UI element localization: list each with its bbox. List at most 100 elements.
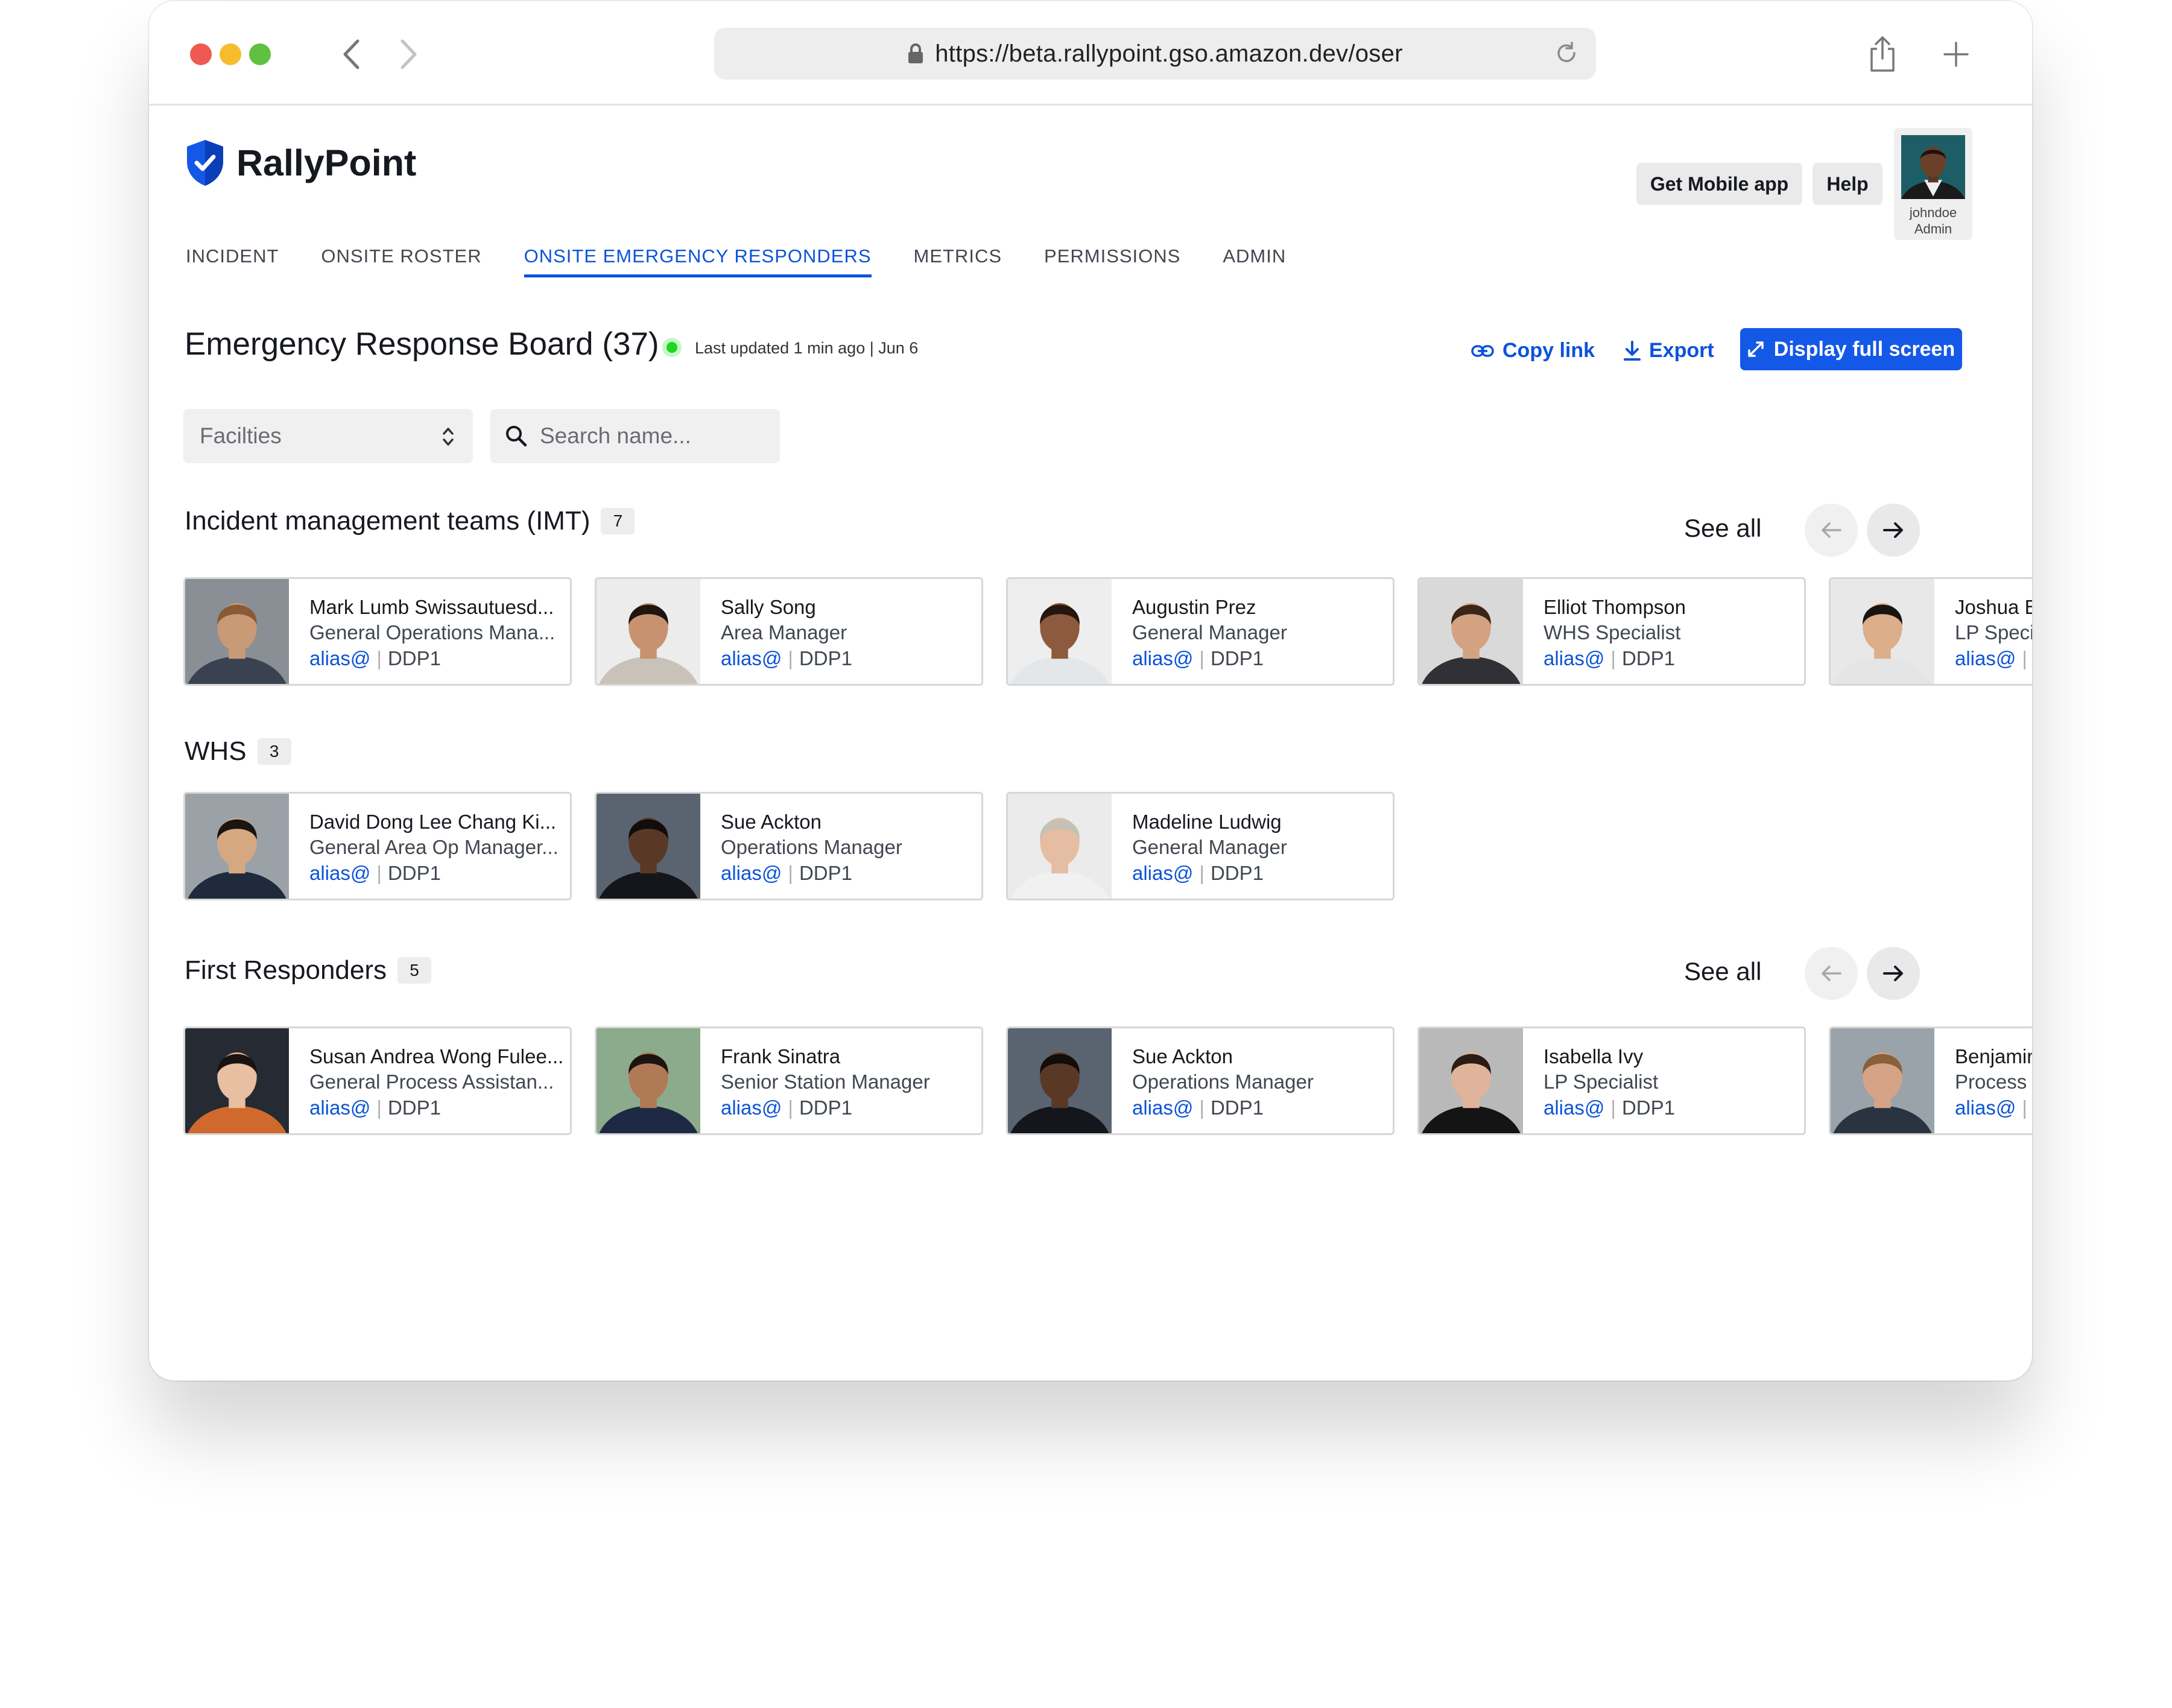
person-alias-link[interactable]: alias@ [309,862,370,884]
person-site: DDP1 [799,1096,852,1119]
person-alias-link[interactable]: alias@ [309,1096,370,1119]
tab-onsite-emergency-responders[interactable]: ONSITE EMERGENCY RESPONDERS [524,245,872,277]
profile-photo [185,579,289,684]
person-alias-link[interactable]: alias@ [1955,1096,2016,1119]
profile-photo [1419,579,1523,684]
person-alias-link[interactable]: alias@ [721,647,782,669]
profile-photo [1008,579,1112,684]
meta-separator: | [1199,647,1205,669]
see-all-link-imt[interactable]: See all [1684,514,1761,543]
link-icon [1471,344,1494,357]
profile-photo [1008,1028,1112,1133]
person-role: Operations Manager [1132,1071,1314,1093]
person-role: Operations Manager [721,836,902,858]
close-window-button[interactable] [190,43,212,65]
copy-link-label: Copy link [1502,339,1595,362]
tab-admin[interactable]: ADMIN [1223,245,1286,277]
person-card[interactable]: Susan Andrea Wong Fulee... General Proces… [183,1026,572,1135]
share-icon [1870,36,1895,72]
section-title: WHS [185,736,247,766]
user-name: johndoe [1909,205,1957,220]
next-button-first-responders[interactable] [1867,947,1920,1000]
person-site: DDP1 [387,862,441,884]
profile-photo [1008,794,1112,899]
person-alias-link[interactable]: alias@ [1955,647,2016,669]
new-tab-button[interactable] [1937,35,1975,74]
person-name: Madeline Ludwig [1132,811,1282,833]
next-button-imt[interactable] [1867,504,1920,557]
meta-separator: | [2022,647,2027,669]
help-button[interactable]: Help [1813,163,1882,205]
person-site: DDP1 [1210,1096,1264,1119]
app-name: RallyPoint [236,142,417,183]
person-card[interactable]: Sally Song Area Manager alias@ | DDP1 [595,577,983,686]
copy-link-button[interactable]: Copy link [1471,339,1595,362]
person-site: DDP1 [1210,647,1264,669]
person-card[interactable]: Augustin Prez General Manager alias@ | DDP1 [1006,577,1395,686]
section-header-whs: WHS 3 [185,736,291,767]
profile-photo [597,579,700,684]
person-site: DDP1 [799,647,852,669]
previous-button-imt[interactable] [1805,504,1858,557]
person-alias-link[interactable]: alias@ [721,1096,782,1119]
url-text: https://beta.rallypoint.gso.amazon.dev/o… [935,40,1403,67]
forward-button[interactable] [395,37,423,71]
person-card[interactable]: David Dong Lee Chang Ki... General Area O… [183,792,572,900]
person-meta: alias@ | DDP1 [1544,1096,1675,1119]
person-role: General Process Assistan... [309,1071,554,1093]
person-alias-link[interactable]: alias@ [309,647,370,669]
section-count: 5 [397,957,432,984]
maximize-window-button[interactable] [249,43,271,65]
person-card[interactable]: Frank Sinatra Senior Station Manager alias… [595,1026,983,1135]
user-menu[interactable]: johndoe Admin [1894,128,1972,240]
person-card[interactable]: Joshua B LP Speci alias@ | [1829,577,2032,686]
person-card[interactable]: Sue Ackton Operations Manager alias@ | DDP1 [595,792,983,900]
section-count: 7 [601,508,635,534]
share-button[interactable] [1863,35,1902,74]
facilities-select[interactable]: Facilties [183,409,473,463]
address-bar[interactable]: https://beta.rallypoint.gso.amazon.dev/o… [714,28,1596,80]
person-card[interactable]: Sue Ackton Operations Manager alias@ | DDP1 [1006,1026,1395,1135]
see-all-link-first-responders[interactable]: See all [1684,957,1761,986]
person-name: Sue Ackton [1132,1045,1233,1068]
meta-separator: | [1199,862,1205,884]
person-alias-link[interactable]: alias@ [1544,1096,1604,1119]
search-box[interactable] [490,409,780,463]
page-title: Emergency Response Board (37) [185,326,659,362]
previous-button-first-responders[interactable] [1805,947,1858,1000]
minimize-window-button[interactable] [220,43,241,65]
person-card[interactable]: Benjamin Process alias@ | [1829,1026,2032,1135]
person-card[interactable]: Elliot Thompson WHS Specialist alias@ | DDP1 [1417,577,1806,686]
person-alias-link[interactable]: alias@ [1132,1096,1193,1119]
tab-metrics[interactable]: METRICS [914,245,1002,277]
tab-incident[interactable]: INCIDENT [186,245,279,277]
arrow-left-icon [1822,966,1841,981]
back-button[interactable] [337,37,365,71]
display-full-screen-button[interactable]: Display full screen [1740,328,1962,370]
person-site: DDP1 [387,647,441,669]
person-role: Senior Station Manager [721,1071,930,1093]
person-card[interactable]: Isabella Ivy LP Specialist alias@ | DDP1 [1417,1026,1806,1135]
tab-onsite-roster[interactable]: ONSITE ROSTER [321,245,481,277]
person-card[interactable]: Mark Lumb Swissautuesd... General Operati… [183,577,572,686]
arrow-right-icon [1883,522,1903,538]
display-full-screen-label: Display full screen [1773,337,1955,361]
meta-separator: | [1610,1096,1616,1119]
person-card[interactable]: Madeline Ludwig General Manager alias@ | DDP… [1006,792,1395,900]
person-name: Augustin Prez [1132,596,1256,618]
tab-permissions[interactable]: PERMISSIONS [1044,245,1180,277]
person-name: Sally Song [721,596,816,618]
search-input[interactable] [540,419,769,454]
person-name: Joshua B [1955,596,2032,618]
person-meta: alias@ | DDP1 [721,1096,852,1119]
export-button[interactable]: Export [1624,339,1714,362]
person-meta: alias@ | DDP1 [309,647,441,670]
brand[interactable]: RallyPoint [186,139,416,187]
reload-icon[interactable] [1554,41,1579,66]
person-alias-link[interactable]: alias@ [1544,647,1604,669]
arrow-left-icon [1822,522,1841,538]
person-alias-link[interactable]: alias@ [1132,862,1193,884]
get-mobile-app-button[interactable]: Get Mobile app [1636,163,1802,205]
person-alias-link[interactable]: alias@ [721,862,782,884]
person-alias-link[interactable]: alias@ [1132,647,1193,669]
